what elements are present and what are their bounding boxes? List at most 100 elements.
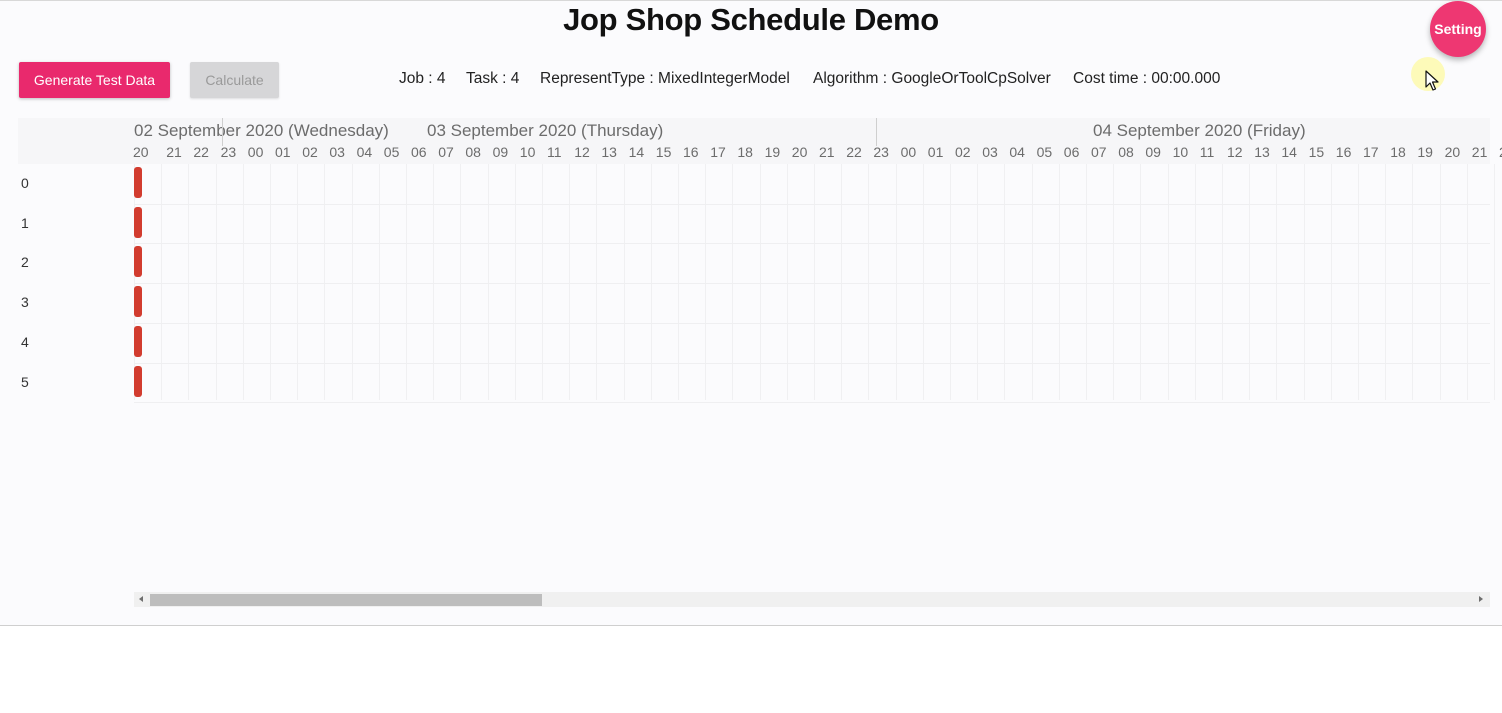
hour-label: 20	[133, 144, 149, 160]
hour-label: 00	[900, 144, 917, 160]
day-separator	[876, 118, 877, 146]
hour-label: 17	[1363, 144, 1379, 160]
grid-line	[1031, 164, 1033, 400]
grid-line	[134, 203, 1490, 205]
grid-line	[1004, 164, 1006, 400]
chevron-right-icon[interactable]	[1479, 596, 1483, 602]
hour-label: 00	[247, 144, 264, 160]
grid-line	[759, 164, 761, 400]
grid-line	[1058, 164, 1060, 400]
grid-line	[841, 164, 843, 400]
grid-line	[1113, 164, 1115, 400]
grid-line	[678, 164, 679, 400]
gantt-timeline-header: 02 September 2020 (Wednesday) 03 Septemb…	[18, 118, 1502, 164]
hour-label: 20	[1444, 144, 1461, 160]
grid-line	[1276, 164, 1278, 400]
row-label: 3	[21, 294, 29, 311]
hour-label: 08	[1118, 144, 1134, 160]
scrollbar-thumb[interactable]	[150, 594, 542, 606]
task-bar[interactable]	[134, 365, 142, 397]
grid-line	[406, 164, 407, 400]
calculate-button[interactable]: Calculate	[190, 62, 279, 98]
grid-line	[134, 322, 1490, 324]
grid-line	[134, 283, 1490, 285]
task-bar[interactable]	[134, 286, 142, 318]
grid-line	[868, 164, 870, 400]
top-divider	[0, 0, 1502, 1]
grid-line	[732, 164, 734, 400]
row-label: 4	[21, 333, 29, 350]
job-count: Job : 4	[399, 70, 446, 87]
grid-line	[950, 164, 951, 400]
hour-label: 14	[628, 144, 645, 160]
grid-line	[1167, 164, 1169, 400]
grid-line	[378, 164, 380, 400]
grid-line	[542, 164, 543, 400]
grid-line	[977, 164, 979, 400]
task-bar[interactable]	[134, 246, 142, 278]
hour-label: 16	[1335, 144, 1352, 160]
grid-line	[922, 164, 924, 400]
hour-label: 23	[220, 144, 237, 160]
hour-label: 20	[791, 144, 808, 160]
grid-line	[1249, 164, 1251, 400]
hour-label: 02	[955, 144, 971, 160]
hour-label: 15	[1308, 144, 1325, 160]
hour-label: 14	[1281, 144, 1297, 160]
hour-label: 13	[1254, 144, 1270, 160]
generate-test-data-button[interactable]: Generate Test Data	[19, 62, 170, 98]
task-bar[interactable]	[134, 206, 142, 238]
gantt-grid	[134, 164, 1495, 404]
grid-line	[297, 164, 299, 400]
hour-label: 05	[1036, 144, 1053, 160]
day-separator	[222, 118, 223, 146]
grid-line	[1303, 164, 1305, 400]
date-label: 02 September 2020 (Wednesday)	[134, 121, 389, 140]
grid-line	[596, 164, 598, 400]
hour-label: 23	[873, 144, 889, 160]
hour-label: 13	[601, 144, 617, 160]
grid-line	[242, 164, 244, 400]
setting-button[interactable]: Setting	[1430, 1, 1486, 57]
row-label: 2	[21, 254, 29, 271]
algorithm: Algorithm : GoogleOrToolCpSolver	[813, 70, 1051, 87]
hour-label: 05	[383, 144, 400, 160]
row-label: 0	[21, 175, 29, 191]
grid-line	[460, 164, 462, 400]
task-bar[interactable]	[134, 167, 142, 198]
hour-label: 22	[846, 144, 862, 160]
gantt-chart[interactable]: 02 September 2020 (Wednesday) 03 Septemb…	[18, 118, 1502, 608]
chevron-left-icon[interactable]	[139, 596, 143, 602]
hour-label: 19	[1417, 144, 1433, 160]
hour-label: 17	[710, 144, 726, 160]
hour-label: 12	[1227, 144, 1243, 160]
grid-line	[895, 164, 897, 400]
hour-label: 21	[1471, 144, 1488, 160]
grid-line	[433, 164, 435, 400]
grid-line	[351, 164, 353, 400]
grid-line	[134, 402, 1490, 404]
grid-line	[705, 164, 707, 400]
horizontal-scrollbar[interactable]	[134, 592, 1490, 607]
grid-line	[1412, 164, 1414, 400]
hour-label: 21	[819, 144, 835, 160]
date-label: 03 September 2020 (Thursday)	[427, 121, 664, 140]
hour-label: 06	[1063, 144, 1080, 160]
hour-label: 01	[927, 144, 944, 160]
grid-line	[1222, 164, 1223, 400]
grid-line	[134, 164, 135, 400]
hour-label: 16	[683, 144, 699, 160]
hour-label: 06	[411, 144, 427, 160]
grid-line	[1439, 164, 1441, 400]
hour-label: 22	[193, 144, 209, 160]
hour-label: 08	[465, 144, 481, 160]
task-bar[interactable]	[134, 325, 142, 357]
row-label: 5	[21, 373, 29, 390]
grid-line	[1358, 164, 1359, 400]
grid-line	[1140, 164, 1142, 400]
grid-line	[270, 164, 271, 400]
app-window: Jop Shop Schedule Demo Setting Generate …	[0, 0, 1502, 713]
hour-label: 04	[1009, 144, 1025, 160]
hour-label: 03	[329, 144, 345, 160]
hour-label: 03	[982, 144, 998, 160]
